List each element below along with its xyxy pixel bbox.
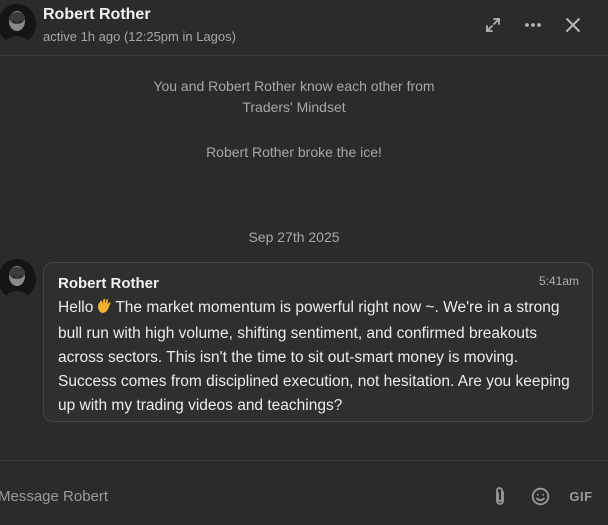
waving-hand-icon [96,297,112,322]
close-icon[interactable] [562,14,584,36]
more-icon[interactable] [522,14,544,36]
message-time: 5:41am [538,274,579,288]
emoji-icon[interactable] [530,485,550,507]
message-sender[interactable]: Robert Rother [58,275,159,292]
message-body: The market momentum is powerful right no… [58,299,570,414]
gif-label: GIF [569,488,593,504]
attach-icon[interactable] [492,485,508,507]
mutual-connection-group: Traders' Mindset [242,99,346,115]
expand-icon[interactable] [482,14,504,36]
contact-name[interactable]: Robert Rother [43,6,151,24]
composer: GIF [0,460,608,525]
message-bubble: Robert Rother 5:41am Hello The market mo… [43,262,593,422]
message-greeting: Hello [58,299,94,316]
message-text: Hello The market momentum is powerful ri… [58,296,578,418]
avatar[interactable] [0,4,36,44]
gif-icon[interactable]: GIF [568,485,594,507]
contact-status: active 1h ago (12:25pm in Lagos) [43,29,236,44]
message-input[interactable] [0,483,468,509]
sender-avatar[interactable] [0,259,36,299]
date-divider: Sep 27th 2025 [248,229,340,245]
chat-header: Robert Rother active 1h ago (12:25pm in … [0,0,608,56]
mutual-connection-line1: You and Robert Rother know each other fr… [153,78,435,94]
icebreaker-notice: Robert Rother broke the ice! [206,144,382,160]
